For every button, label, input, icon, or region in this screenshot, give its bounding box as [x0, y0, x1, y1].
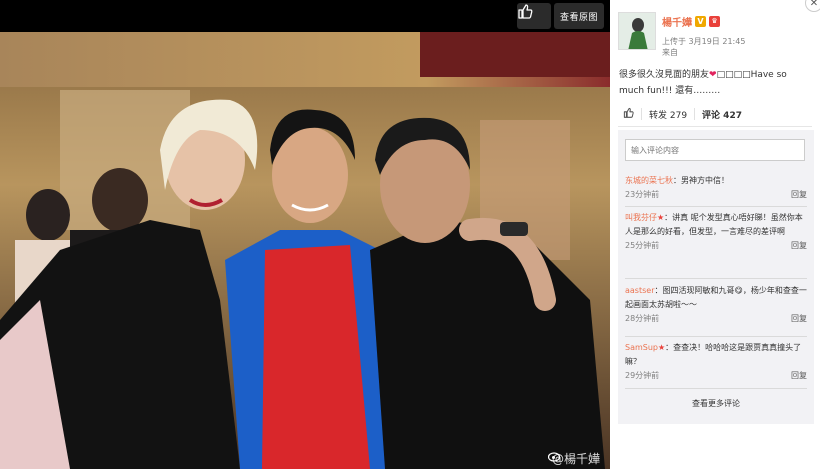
- post-source: 来自: [662, 48, 678, 57]
- watermark: @楊千嬅: [547, 450, 600, 467]
- view-original-button[interactable]: 查看原图: [554, 3, 604, 29]
- post-time: 上传于 3月19日 21:45: [662, 37, 746, 46]
- comment-time: 25分钟前: [625, 241, 660, 250]
- comment-user[interactable]: 东城的菜七秋: [625, 176, 673, 185]
- tab-comments[interactable]: 评论 427: [695, 108, 749, 121]
- close-icon: ✕: [809, 0, 819, 9]
- comment-divider: [625, 336, 807, 337]
- comment-item: 东城的菜七秋：男神方中信！ 23分钟前 回复: [625, 174, 807, 202]
- post-panel: 楊千嬅 V ♛ 上传于 3月19日 21:45 来自 很多很久沒見面的朋友❤□□…: [610, 0, 820, 469]
- repost-label: 转发 279: [649, 110, 688, 121]
- comment-item: 叫我芬仔★：讲真 呢个发型真心唔好睇！虽然你本人是那么的好看，但发型，一言难尽的…: [625, 211, 807, 253]
- comment-divider: [625, 206, 807, 207]
- like-photo-button[interactable]: [517, 3, 551, 29]
- comment-divider: [625, 278, 807, 279]
- post-actions: 转发 279 评论 427: [610, 104, 820, 124]
- member-icon: ♛: [709, 16, 720, 27]
- comment-user[interactable]: 叫我芬仔: [625, 213, 657, 222]
- party-photo: [0, 0, 610, 469]
- comment-user[interactable]: aastser: [625, 286, 655, 295]
- comment-text: ：男神方中信！: [673, 176, 729, 185]
- thumbs-up-icon: [623, 107, 634, 121]
- post-text-start: 很多很久沒見面的朋友: [619, 70, 710, 80]
- reply-button[interactable]: 回复: [791, 369, 807, 383]
- reply-button[interactable]: 回复: [791, 239, 807, 253]
- author-line: 楊千嬅 V ♛: [662, 14, 720, 29]
- comment-input[interactable]: [625, 139, 805, 161]
- comment-item: SamSup★：查查决！哈哈哈这是跟贾真真撞头了嘛？ 29分钟前 回复: [625, 341, 807, 383]
- reply-button[interactable]: 回复: [791, 188, 807, 202]
- author-name[interactable]: 楊千嬅: [662, 14, 692, 29]
- comment-user[interactable]: SamSup: [625, 343, 658, 352]
- comment-item: aastser：图四活现阿敏和九哥😋，杨少年和查查一起画面太苏胡啦～～ 28分钟…: [625, 284, 807, 326]
- comment-label: 评论 427: [702, 110, 742, 121]
- comments-section: 东城的菜七秋：男神方中信！ 23分钟前回复 叫我芬仔★：讲真 呢个发型真心唔好睇…: [618, 130, 814, 424]
- more-comments-link[interactable]: 查看更多评论: [618, 398, 814, 409]
- repost-button[interactable]: 转发 279: [642, 108, 696, 121]
- comment-time: 28分钟前: [625, 314, 660, 323]
- post-text: 很多很久沒見面的朋友❤□□□□Have so much fun!!! 還有………: [619, 67, 807, 99]
- comment-time: 23分钟前: [625, 190, 660, 199]
- reply-button[interactable]: 回复: [791, 312, 807, 326]
- divider: [618, 126, 812, 127]
- photo-view[interactable]: 查看原图 @楊千嬅: [0, 0, 610, 469]
- post-like-button[interactable]: [610, 107, 642, 121]
- verified-icon: V: [695, 16, 706, 27]
- avatar[interactable]: [618, 12, 656, 50]
- comment-time: 29分钟前: [625, 371, 660, 380]
- weibo-photo-viewer: 查看原图 @楊千嬅 楊千嬅 V ♛ 上传于 3月19日 21:45 来自 很多很…: [0, 0, 820, 469]
- heart-icon: ❤: [709, 70, 717, 80]
- comment-divider: [625, 388, 807, 389]
